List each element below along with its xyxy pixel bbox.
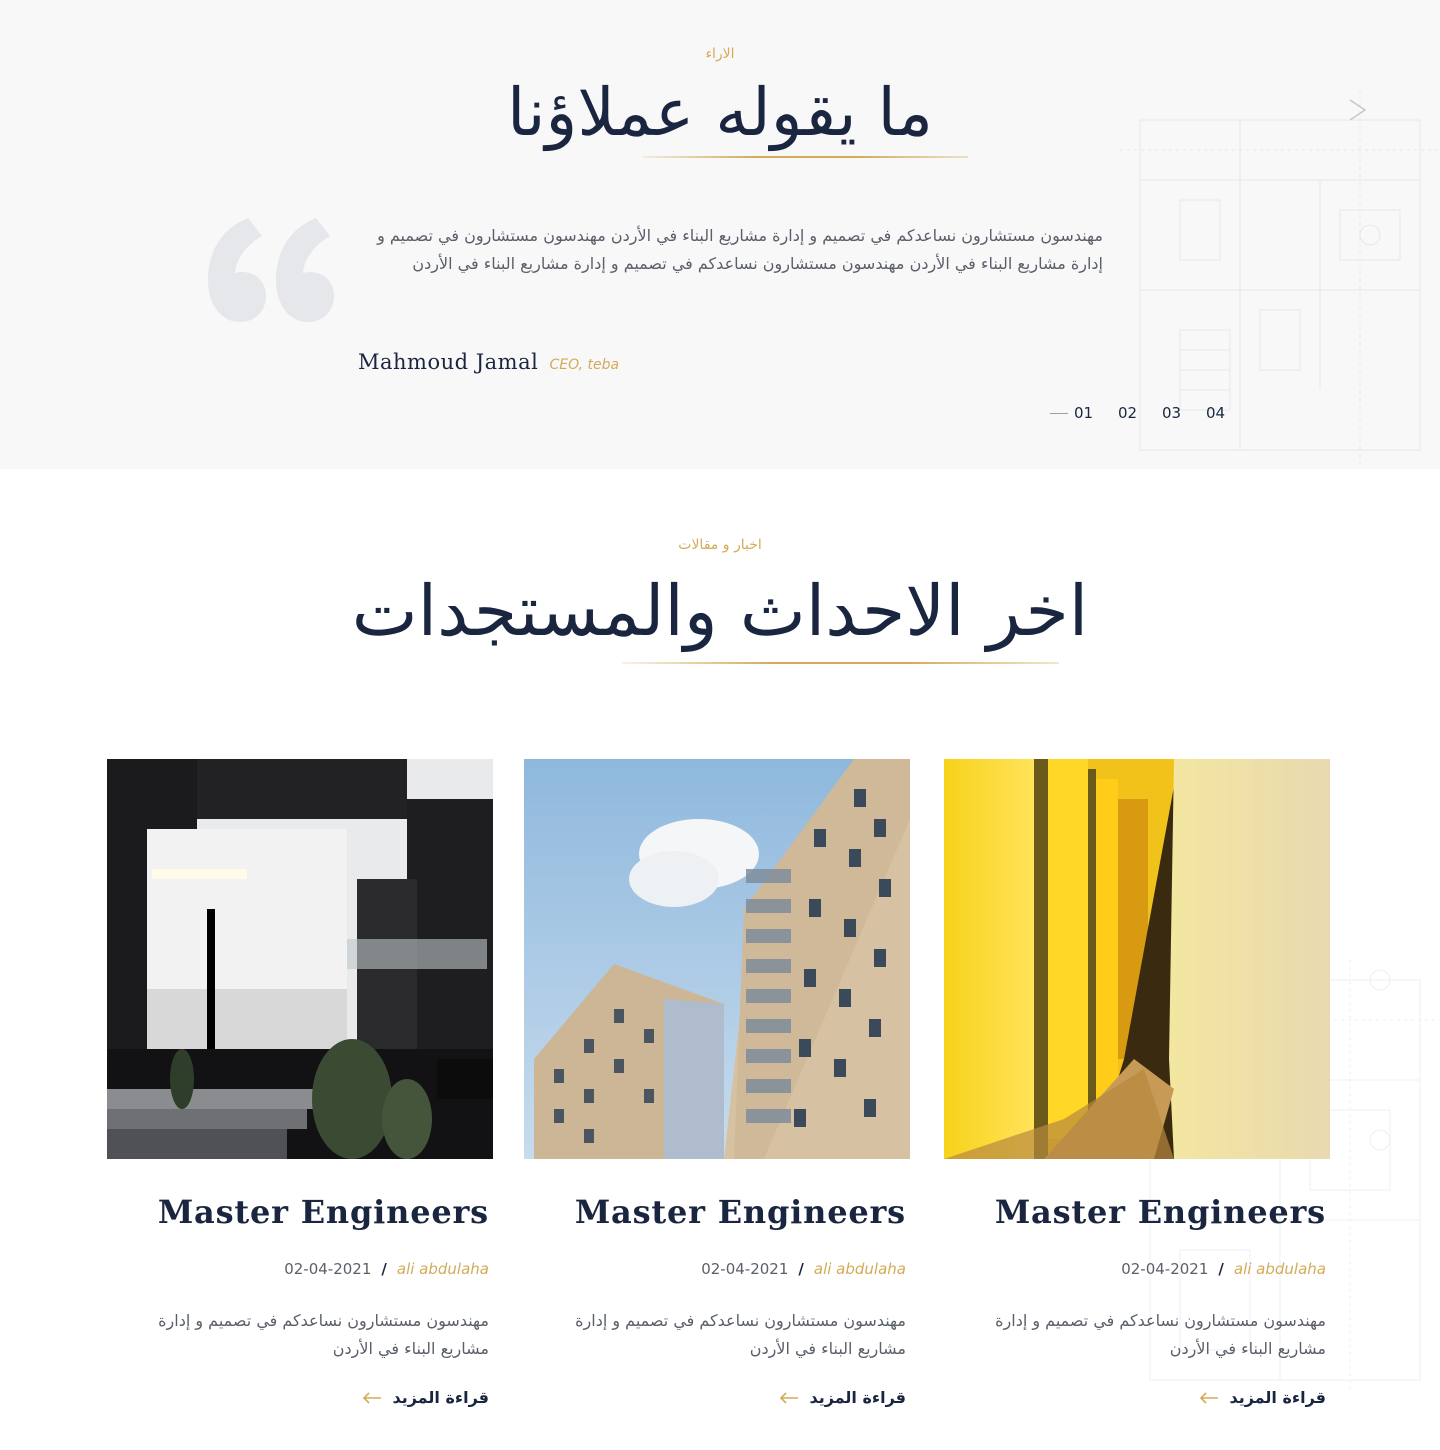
news-card-excerpt: مهندسون مستشارون نساعدكم في تصميم و إدار… [158, 1311, 489, 1358]
pager-item-02[interactable]: 02 [1118, 404, 1162, 422]
pager-active-indicator [1050, 412, 1068, 414]
read-more-link[interactable]: قراءة المزيد [362, 1388, 489, 1407]
news-card-meta: 02-04-2021 / ali abdulaha [284, 1260, 489, 1278]
meta-separator: / [798, 1260, 804, 1278]
news-title: اخر الاحداث والمستجدات [351, 570, 1089, 652]
news-card-author[interactable]: ali abdulaha [397, 1260, 489, 1278]
author-name: Mahmoud Jamal [358, 350, 539, 374]
pager-item-01[interactable]: 01 [1074, 404, 1118, 422]
news-card[interactable]: Master Engineers 02-04-2021 / ali abdula… [944, 759, 1330, 1407]
news-card[interactable]: Master Engineers 02-04-2021 / ali abdula… [524, 759, 910, 1407]
testimonial-pager: 01 02 03 04 [1050, 402, 1250, 424]
arrow-left-icon [780, 1391, 799, 1404]
news-card-meta: 02-04-2021 / ali abdulaha [1121, 1260, 1326, 1278]
read-more-label: قراءة المزيد [809, 1388, 906, 1407]
news-eyebrow: اخبار و مقالات [678, 537, 762, 553]
meta-separator: / [1218, 1260, 1224, 1278]
news-card-image[interactable] [107, 759, 493, 1159]
pager-item-04[interactable]: 04 [1206, 404, 1250, 422]
news-card-date: 02-04-2021 [701, 1260, 789, 1278]
news-title-underline [622, 662, 1059, 664]
news-card-date: 02-04-2021 [1121, 1260, 1209, 1278]
news-card-author[interactable]: ali abdulaha [814, 1260, 906, 1278]
arrow-left-icon [363, 1391, 382, 1404]
testimonials-title-underline [643, 156, 968, 158]
read-more-link[interactable]: قراءة المزيد [779, 1388, 906, 1407]
news-card-image[interactable] [524, 759, 910, 1159]
news-card-title[interactable]: Master Engineers [995, 1193, 1326, 1231]
testimonial-quote: مهندسون مستشارون نساعدكم في تصميم و إدار… [377, 226, 1103, 273]
testimonial-author: Mahmoud Jamal CEO, teba [358, 350, 619, 374]
news-card-title[interactable]: Master Engineers [158, 1193, 489, 1231]
read-more-link[interactable]: قراءة المزيد [1199, 1388, 1326, 1407]
news-card-author[interactable]: ali abdulaha [1234, 1260, 1326, 1278]
testimonials-section: الاراء ما يقوله عملاؤنا مهندسون مستشارون… [0, 0, 1440, 469]
read-more-label: قراءة المزيد [1229, 1388, 1326, 1407]
news-card-meta: 02-04-2021 / ali abdulaha [701, 1260, 906, 1278]
read-more-label: قراءة المزيد [392, 1388, 489, 1407]
news-card-excerpt: مهندسون مستشارون نساعدكم في تصميم و إدار… [575, 1311, 906, 1358]
news-card-excerpt: مهندسون مستشارون نساعدكم في تصميم و إدار… [995, 1311, 1326, 1358]
testimonials-eyebrow: الاراء [705, 46, 735, 62]
quote-icon [208, 218, 334, 322]
news-card-title[interactable]: Master Engineers [575, 1193, 906, 1231]
testimonials-title: ما يقوله عملاؤنا [506, 74, 934, 151]
news-card-date: 02-04-2021 [284, 1260, 372, 1278]
arrow-left-icon [1200, 1391, 1219, 1404]
author-role: CEO, teba [549, 357, 620, 373]
pager-item-03[interactable]: 03 [1162, 404, 1206, 422]
meta-separator: / [381, 1260, 387, 1278]
news-card[interactable]: Master Engineers 02-04-2021 / ali abdula… [107, 759, 493, 1407]
news-card-image[interactable] [944, 759, 1330, 1159]
